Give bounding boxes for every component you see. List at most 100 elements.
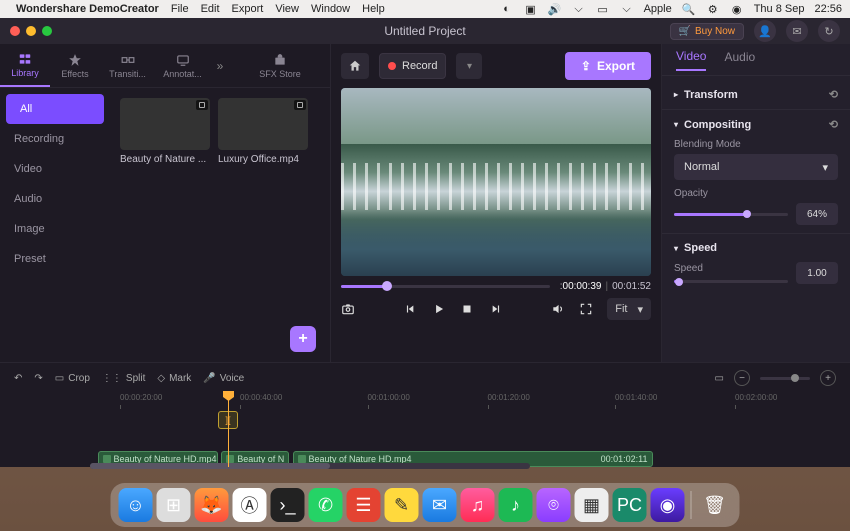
timeline-ruler[interactable]: 00:00:20:00 00:00:40:00 00:01:00:00 00:0… (90, 393, 840, 409)
zoom-in-button[interactable]: + (820, 370, 836, 386)
section-speed-header[interactable]: ▾Speed (674, 242, 838, 254)
video-preview[interactable] (341, 88, 651, 276)
dock-music[interactable]: ♫ (461, 488, 495, 522)
media-item[interactable]: Beauty of Nature ... (120, 98, 210, 165)
menubar-app-name[interactable]: Wondershare DemoCreator (16, 3, 159, 15)
tab-library[interactable]: Library (0, 44, 50, 87)
category-preset[interactable]: Preset (0, 244, 110, 274)
dock-firefox[interactable]: 🦊 (195, 488, 229, 522)
speed-value[interactable]: 1.00 (796, 262, 838, 284)
menubar-time[interactable]: 22:56 (814, 3, 842, 15)
split-button[interactable]: ⋮⋮Split (102, 373, 145, 384)
reset-transform-button[interactable]: ⟲ (829, 88, 838, 101)
dock-finder[interactable]: ☺ (119, 488, 153, 522)
battery-icon[interactable]: ▭ (596, 2, 610, 16)
wifi-icon[interactable]: ⌵ (620, 2, 634, 16)
properties-tab-video[interactable]: Video (676, 49, 706, 71)
menubar-view[interactable]: View (275, 3, 299, 15)
tab-annotations[interactable]: Annotat... (155, 44, 210, 87)
siri-icon[interactable]: ◉ (730, 2, 744, 16)
dock-todoist[interactable]: ☰ (347, 488, 381, 522)
zoom-out-button[interactable]: − (734, 370, 750, 386)
fit-dropdown[interactable]: Fit▾ (607, 298, 651, 320)
record-dropdown[interactable]: ▾ (456, 53, 482, 79)
media-item[interactable]: Luxury Office.mp4 (218, 98, 308, 165)
snapshot-button[interactable] (341, 302, 355, 316)
category-audio[interactable]: Audio (0, 184, 110, 214)
dock-chess[interactable]: ▦ (575, 488, 609, 522)
menubar-help[interactable]: Help (362, 3, 385, 15)
tabs-more-chevron[interactable]: » (210, 44, 230, 87)
playhead[interactable] (228, 391, 229, 467)
prev-frame-button[interactable] (404, 302, 418, 316)
dock-spotify[interactable]: ♪ (499, 488, 533, 522)
refresh-button[interactable]: ↻ (818, 20, 840, 42)
menubar-window[interactable]: Window (311, 3, 350, 15)
dock-pycharm[interactable]: PC (613, 488, 647, 522)
blending-mode-dropdown[interactable]: Normal▾ (674, 154, 838, 180)
status-icon-1[interactable]: ◐ (500, 2, 514, 16)
dock-notes[interactable]: ✎ (385, 488, 419, 522)
maximize-window-button[interactable] (42, 26, 52, 36)
properties-tab-audio[interactable]: Audio (724, 50, 755, 70)
section-compositing-header[interactable]: ▾Compositing⟲ (674, 118, 838, 131)
menubar-date[interactable]: Thu 8 Sep (754, 3, 805, 15)
mark-button[interactable]: ◇Mark (157, 373, 191, 384)
fullscreen-button[interactable] (579, 302, 593, 316)
menubar-file[interactable]: File (171, 3, 189, 15)
category-recording[interactable]: Recording (0, 124, 110, 154)
tab-effects[interactable]: Effects (50, 44, 100, 87)
zoom-slider[interactable] (760, 377, 810, 380)
section-transform-header[interactable]: ▸Transform⟲ (674, 88, 838, 101)
next-frame-button[interactable] (488, 302, 502, 316)
timeline-tracks[interactable]: Beauty of Nature HD.mp4 Beauty of N Beau… (90, 409, 840, 467)
speed-slider[interactable] (674, 280, 788, 283)
dock-terminal[interactable]: ›_ (271, 488, 305, 522)
crop-button[interactable]: ▭Crop (55, 373, 90, 384)
fit-timeline-button[interactable]: ▭ (715, 373, 724, 384)
dock-democreator[interactable]: ◉ (651, 488, 685, 522)
voice-button[interactable]: 🎤Voice (203, 373, 244, 384)
dock-podcasts[interactable]: ⌾ (537, 488, 571, 522)
menubar-export[interactable]: Export (232, 3, 264, 15)
close-window-button[interactable] (10, 26, 20, 36)
record-button[interactable]: Record (379, 53, 446, 79)
play-button[interactable] (432, 302, 446, 316)
dock-whatsapp[interactable]: ✆ (309, 488, 343, 522)
status-icon-2[interactable]: ▣ (524, 2, 538, 16)
minimize-window-button[interactable] (26, 26, 36, 36)
dock-ai[interactable]: Ⓐ (233, 488, 267, 522)
seek-handle[interactable] (382, 281, 392, 291)
volume-button[interactable] (551, 302, 565, 316)
home-button[interactable] (341, 53, 369, 79)
dock-mail[interactable]: ✉ (423, 488, 457, 522)
redo-button[interactable]: ↷ (34, 373, 42, 384)
spotlight-icon[interactable]: 🔍 (682, 2, 696, 16)
message-button[interactable]: ✉ (786, 20, 808, 42)
category-image[interactable]: Image (0, 214, 110, 244)
undo-button[interactable]: ↶ (14, 373, 22, 384)
timeline-scrollbar-thumb[interactable] (90, 463, 330, 469)
seek-bar[interactable] (341, 285, 550, 288)
opacity-value[interactable]: 64% (796, 203, 838, 225)
timeline-scrollbar[interactable] (90, 463, 530, 469)
tab-sfx-store[interactable]: SFX Store (230, 44, 330, 87)
dock-trash[interactable]: 🗑 (698, 488, 732, 522)
bluetooth-icon[interactable]: ⌵ (572, 2, 586, 16)
reset-compositing-button[interactable]: ⟲ (829, 118, 838, 131)
dock-launchpad[interactable]: ⊞ (157, 488, 191, 522)
buy-now-button[interactable]: 🛒Buy Now (670, 23, 744, 40)
preview-content (341, 163, 651, 210)
account-button[interactable]: 👤 (754, 20, 776, 42)
menubar-right-app[interactable]: Apple (644, 3, 672, 15)
add-media-button[interactable]: + (290, 326, 316, 352)
stop-button[interactable] (460, 302, 474, 316)
volume-icon[interactable]: 🔊 (548, 2, 562, 16)
tab-transitions[interactable]: Transiti... (100, 44, 155, 87)
menubar-edit[interactable]: Edit (201, 3, 220, 15)
opacity-slider[interactable] (674, 213, 788, 216)
category-all[interactable]: All (6, 94, 104, 124)
control-center-icon[interactable]: ⚙ (706, 2, 720, 16)
category-video[interactable]: Video (0, 154, 110, 184)
export-button[interactable]: ⇪Export (565, 52, 651, 80)
